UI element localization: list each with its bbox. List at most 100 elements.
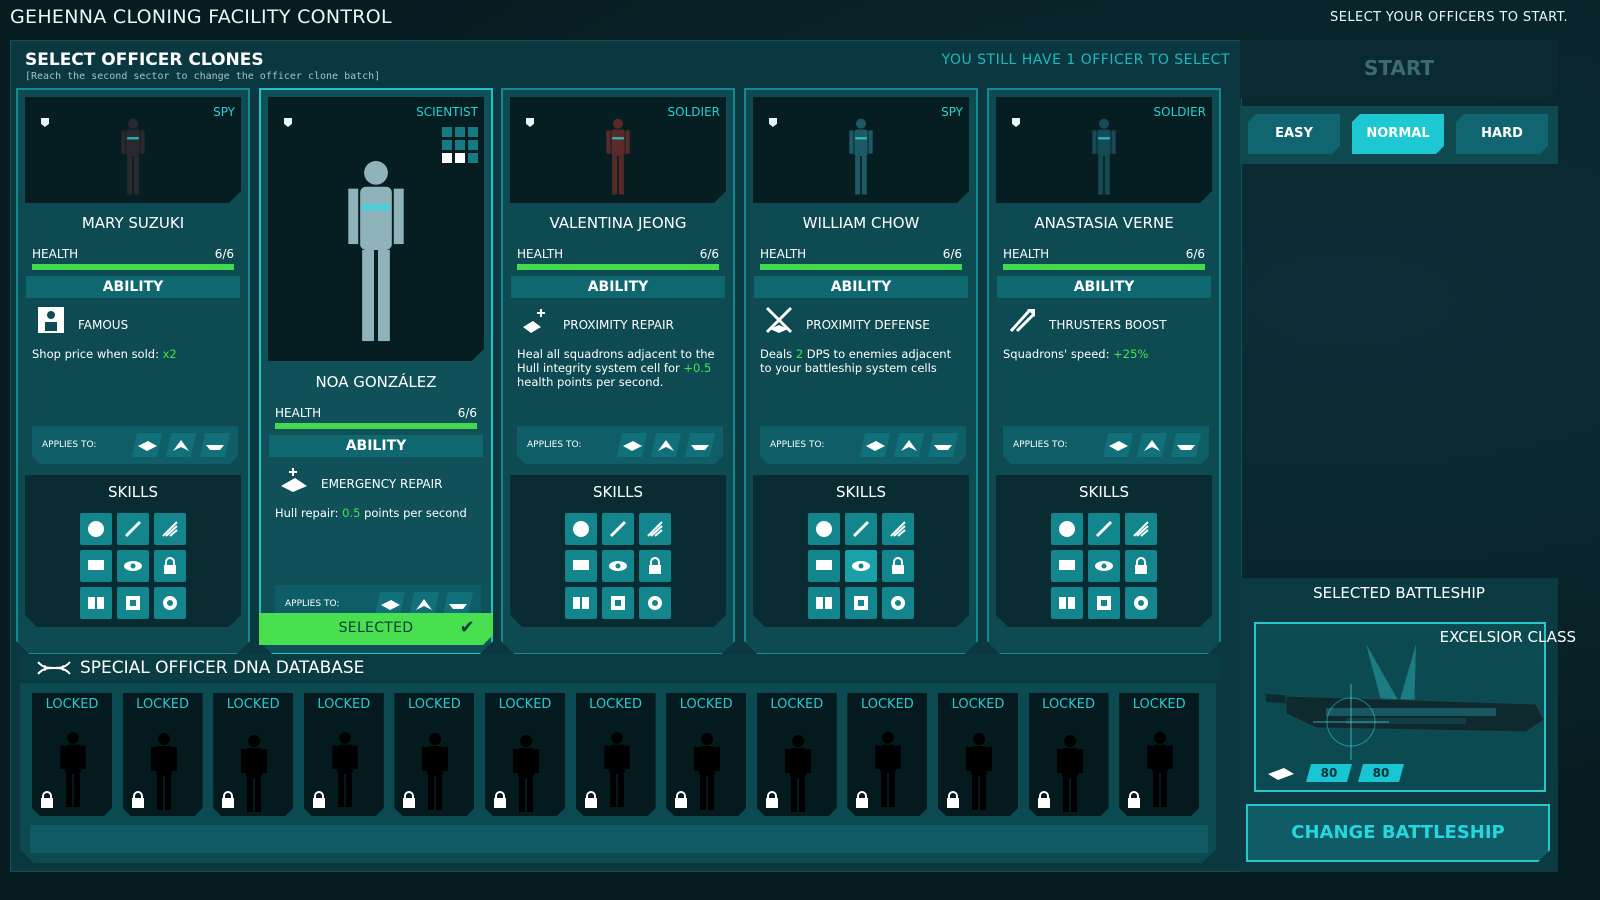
officer-figure xyxy=(116,117,149,197)
ability-desc-text: Squadrons' speed: xyxy=(1003,347,1114,361)
officer-silhouette xyxy=(602,731,632,809)
dna-slot-locked[interactable]: LOCKED xyxy=(1029,693,1109,816)
officer-portrait: SOLDIER xyxy=(510,97,726,203)
officer-card[interactable]: SPY WILLIAM CHOW HEALTH 6/6 ABILITY PROXI… xyxy=(744,88,978,655)
officer-card[interactable]: SCIENTIST NOA GONZÁLEZ HEALTH 6/6 ABILITY… xyxy=(259,88,493,655)
book-icon[interactable] xyxy=(808,587,840,619)
dna-slot-locked[interactable]: LOCKED xyxy=(213,693,293,816)
chip-icon[interactable] xyxy=(845,587,877,619)
dagger-icon[interactable] xyxy=(845,513,877,545)
health-bar xyxy=(1003,264,1205,270)
helmet-icon[interactable] xyxy=(565,513,597,545)
gear-icon[interactable] xyxy=(1125,587,1157,619)
health-label: HEALTH xyxy=(32,247,79,261)
eye-icon[interactable] xyxy=(602,550,634,582)
gear-icon[interactable] xyxy=(882,587,914,619)
dna-slot-locked[interactable]: LOCKED xyxy=(666,693,746,816)
chip-icon[interactable] xyxy=(602,587,634,619)
officer-silhouette xyxy=(1055,731,1085,817)
officer-figure xyxy=(844,117,877,197)
officer-name: ANASTASIA VERNE xyxy=(1034,214,1174,232)
skills-title: SKILLS xyxy=(1078,483,1130,501)
eye-icon[interactable] xyxy=(117,550,149,582)
dna-slot-locked[interactable]: LOCKED xyxy=(847,693,927,816)
locked-label: LOCKED xyxy=(679,697,733,712)
proximity-repair-icon xyxy=(521,305,551,335)
helmet-icon[interactable] xyxy=(808,513,840,545)
helmet-icon[interactable] xyxy=(80,513,112,545)
book-icon[interactable] xyxy=(80,587,112,619)
hull-icon xyxy=(617,433,647,457)
officer-class: SPY xyxy=(213,105,235,119)
dna-slot-locked[interactable]: LOCKED xyxy=(304,693,384,816)
dna-slot-locked[interactable]: LOCKED xyxy=(1119,693,1199,816)
lock-skill-icon[interactable] xyxy=(154,550,186,582)
lock-skill-icon[interactable] xyxy=(882,550,914,582)
chip-icon[interactable] xyxy=(117,587,149,619)
speech-icon[interactable] xyxy=(808,550,840,582)
difficulty-easy-button[interactable]: EASY xyxy=(1248,114,1340,154)
speech-icon[interactable] xyxy=(80,550,112,582)
officer-silhouette xyxy=(511,731,541,817)
claw-icon[interactable] xyxy=(639,513,671,545)
claw-icon[interactable] xyxy=(1125,513,1157,545)
lock-icon xyxy=(765,791,779,808)
dagger-icon[interactable] xyxy=(1088,513,1120,545)
lock-skill-icon[interactable] xyxy=(1125,550,1157,582)
difficulty-hard-button[interactable]: HARD xyxy=(1456,114,1548,154)
claw-icon[interactable] xyxy=(882,513,914,545)
officer-card[interactable]: SOLDIER VALENTINA JEONG HEALTH 6/6 ABILIT… xyxy=(501,88,735,655)
ability-desc-text-end: points per second xyxy=(360,506,467,520)
officer-card[interactable]: SOLDIER ANASTASIA VERNE HEALTH 6/6 ABILIT… xyxy=(987,88,1221,655)
helmet-icon[interactable] xyxy=(1051,513,1083,545)
ability-description: Heal all squadrons adjacent to the Hull … xyxy=(517,347,723,389)
chip-icon[interactable] xyxy=(1088,587,1120,619)
gear-icon[interactable] xyxy=(639,587,671,619)
lock-skill-icon[interactable] xyxy=(639,550,671,582)
ability-description: Shop price when sold: x2 xyxy=(32,347,238,361)
dna-slot-locked[interactable]: LOCKED xyxy=(576,693,656,816)
book-icon[interactable] xyxy=(565,587,597,619)
dna-scrollbar[interactable] xyxy=(30,825,1208,853)
eye-icon[interactable] xyxy=(845,550,877,582)
dagger-icon[interactable] xyxy=(117,513,149,545)
ability-desc-value: +25% xyxy=(1113,347,1149,361)
selected-button[interactable]: SELECTED ✔ xyxy=(259,613,493,645)
locked-label: LOCKED xyxy=(45,697,99,712)
health-bar xyxy=(32,264,234,270)
dna-slot-locked[interactable]: LOCKED xyxy=(32,693,112,816)
dna-slot-locked[interactable]: LOCKED xyxy=(938,693,1018,816)
officer-card[interactable]: SPY MARY SUZUKI HEALTH 6/6 ABILITY FAMOUS… xyxy=(16,88,250,655)
dna-slot-locked[interactable]: LOCKED xyxy=(123,693,203,816)
rank-icon xyxy=(769,118,777,127)
ability-header: ABILITY xyxy=(511,276,725,298)
applies-to-label: APPLIES TO: xyxy=(42,440,97,450)
turret-icon xyxy=(1171,433,1201,457)
ability-desc-text: Shop price when sold: xyxy=(32,347,163,361)
dna-slot-locked[interactable]: LOCKED xyxy=(485,693,565,816)
book-icon[interactable] xyxy=(1051,587,1083,619)
gear-icon[interactable] xyxy=(154,587,186,619)
speech-icon[interactable] xyxy=(565,550,597,582)
dna-slot-locked[interactable]: LOCKED xyxy=(757,693,837,816)
locked-label: LOCKED xyxy=(498,697,552,712)
rank-icon xyxy=(1012,118,1020,127)
locked-label: LOCKED xyxy=(226,697,280,712)
difficulty-normal-button[interactable]: NORMAL xyxy=(1352,114,1444,154)
applies-to-label: APPLIES TO: xyxy=(527,440,582,450)
officer-portrait: SPY xyxy=(753,97,969,203)
lock-icon xyxy=(402,791,416,808)
squadron-icon xyxy=(894,433,924,457)
start-button[interactable]: START xyxy=(1240,40,1558,98)
selection-title: SELECT OFFICER CLONES xyxy=(25,50,264,70)
dna-slot-locked[interactable]: LOCKED xyxy=(394,693,474,816)
claw-icon[interactable] xyxy=(154,513,186,545)
officer-class: SOLDIER xyxy=(667,105,720,119)
eye-icon[interactable] xyxy=(1088,550,1120,582)
locked-label: LOCKED xyxy=(317,697,371,712)
speech-icon[interactable] xyxy=(1051,550,1083,582)
change-battleship-button[interactable]: CHANGE BATTLESHIP xyxy=(1246,804,1550,862)
officer-silhouette xyxy=(239,731,269,817)
dagger-icon[interactable] xyxy=(602,513,634,545)
rank-icon xyxy=(41,118,49,127)
